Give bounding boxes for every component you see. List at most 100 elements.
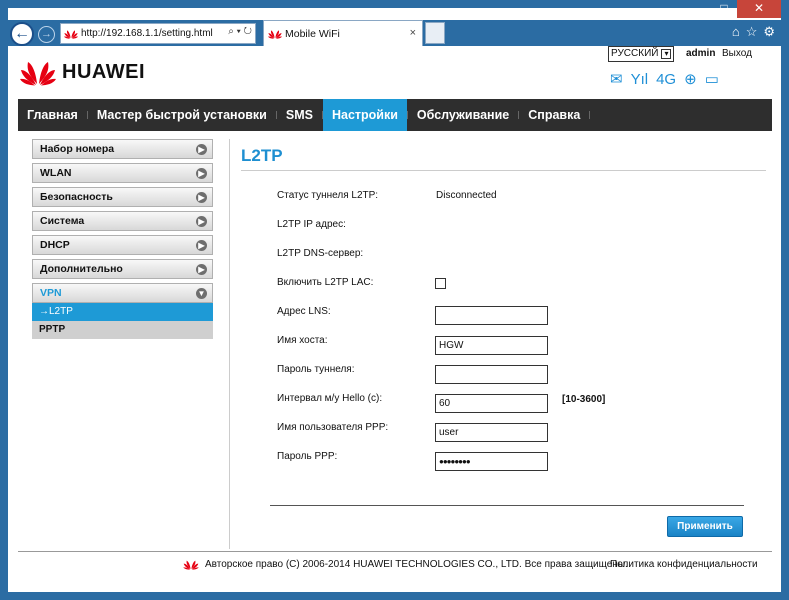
l2tp-dns-label: L2TP DNS-сервер: (277, 248, 364, 259)
sidebar-item-wlan[interactable]: WLAN ▶ (32, 163, 213, 183)
browser-toolbar: ← → http://192.168.1.1/setting.html ⌕ ▾ … (8, 20, 781, 46)
forward-button[interactable]: → (38, 26, 55, 43)
tab-close-icon[interactable]: × (410, 27, 416, 39)
copyright-text: Авторское право (C) 2006-2014 HUAWEI TEC… (205, 558, 628, 570)
window-frame-left (0, 0, 8, 600)
address-bar-icons[interactable]: ⌕ ▾ ↻ (228, 26, 252, 37)
computer-icon: ▭ (704, 71, 719, 88)
chevron-right-icon: ▶ (196, 216, 207, 227)
favorites-icon[interactable]: ☆ (746, 24, 758, 40)
nav-quick-setup[interactable]: Мастер быстрой установки (88, 99, 276, 131)
huawei-flower-icon (20, 62, 56, 86)
maximize-button[interactable]: □ (711, 0, 737, 18)
tunnel-status-label: Статус туннеля L2TP: (277, 190, 379, 201)
privacy-link[interactable]: Политика конфиденциальности (610, 559, 758, 570)
tunnel-password-label: Пароль туннеля: (277, 364, 355, 375)
nav-separator (589, 111, 591, 119)
logo-text: HUAWEI (62, 60, 145, 83)
hello-interval-label: Интервал м/у Hello (с): (277, 393, 383, 404)
sidebar-item-label: Система (40, 215, 85, 227)
user-name: admin (686, 48, 716, 59)
settings-sidebar: Набор номера ▶ WLAN ▶ Безопасность ▶ Сис… (32, 139, 213, 339)
sidebar-item-dhcp[interactable]: DHCP ▶ (32, 235, 213, 255)
sidebar-item-security[interactable]: Безопасность ▶ (32, 187, 213, 207)
close-window-button[interactable]: ✕ (737, 0, 781, 18)
lac-enable-checkbox[interactable] (435, 278, 446, 289)
mail-icon[interactable]: ✉ (610, 70, 623, 88)
back-button[interactable]: ← (10, 22, 34, 46)
chevron-right-icon: ▶ (196, 264, 207, 275)
sidebar-subitem-l2tp[interactable]: →L2TP (32, 303, 213, 321)
sidebar-item-label: Набор номера (40, 143, 115, 155)
sidebar-item-vpn[interactable]: VPN ▼ (32, 283, 213, 303)
nav-settings[interactable]: Настройки (322, 99, 407, 131)
new-tab-button[interactable] (425, 22, 445, 44)
huawei-footer-logo-icon (183, 560, 199, 570)
browser-right-icons: ⌂ ☆ ⚙ (732, 24, 775, 40)
nav-maintenance[interactable]: Обслуживание (408, 99, 518, 131)
huawei-favicon-icon (64, 30, 78, 39)
hello-interval-input[interactable]: 60 (435, 394, 548, 413)
ppp-username-input[interactable]: user (435, 423, 548, 442)
hello-range-hint: [10-3600] (562, 394, 606, 405)
network-type-label: 4G (656, 70, 677, 88)
chevron-right-icon: ▶ (196, 144, 207, 155)
huawei-logo: HUAWEI (20, 58, 145, 86)
sidebar-item-label: Безопасность (40, 191, 113, 203)
sidebar-item-dialup[interactable]: Набор номера ▶ (32, 139, 213, 159)
browser-tab[interactable]: Mobile WiFi × (263, 20, 423, 46)
ppp-password-label: Пароль PPP: (277, 451, 338, 462)
ppp-password-input[interactable]: ●●●●●●●● (435, 452, 548, 471)
nav-sms[interactable]: SMS (277, 99, 322, 131)
tunnel-password-input[interactable] (435, 365, 548, 384)
globe-icon: ⊕ (684, 71, 697, 88)
signal-icon: Yıl (630, 70, 649, 88)
sidebar-item-system[interactable]: Система ▶ (32, 211, 213, 231)
language-select[interactable]: РУССКИЙ ▾ (608, 46, 675, 62)
sidebar-item-label: DHCP (40, 239, 70, 251)
lns-address-input[interactable] (435, 306, 548, 325)
page-title: L2TP (241, 146, 283, 165)
home-icon[interactable]: ⌂ (732, 24, 740, 40)
chevron-right-icon: ▶ (196, 192, 207, 203)
sidebar-subitem-pptp[interactable]: PPTP (32, 321, 213, 339)
tab-title: Mobile WiFi (285, 27, 340, 40)
lac-enable-label: Включить L2TP LAC: (277, 277, 374, 288)
sidebar-item-label: Дополнительно (40, 263, 123, 275)
chevron-right-icon: ▶ (196, 240, 207, 251)
browser-titlebar (0, 0, 789, 8)
address-bar[interactable]: http://192.168.1.1/setting.html ⌕ ▾ ↻ (60, 23, 256, 44)
chevron-down-icon: ▼ (196, 288, 207, 299)
main-navigation: Главная Мастер быстрой установки SMS Нас… (18, 99, 772, 131)
url-text: http://192.168.1.1/setting.html (81, 28, 213, 39)
window-controls: – □ ✕ (685, 0, 781, 20)
form-separator (270, 505, 744, 506)
status-icons: ✉ Yıl 4G ⊕ ▭ (610, 70, 719, 89)
nav-help[interactable]: Справка (519, 99, 589, 131)
sidebar-item-label: WLAN (40, 167, 72, 179)
tunnel-status-value: Disconnected (436, 190, 497, 201)
sidebar-item-advanced[interactable]: Дополнительно ▶ (32, 259, 213, 279)
chevron-down-icon: ▾ (661, 49, 672, 59)
apply-button[interactable]: Применить (667, 516, 743, 537)
huawei-tab-favicon-icon (268, 30, 282, 39)
web-page: HUAWEI РУССКИЙ ▾ admin Выход ✉ Yıl 4G ⊕ … (8, 46, 781, 592)
window-frame-bottom (0, 592, 789, 600)
hostname-label: Имя хоста: (277, 335, 328, 346)
footer-copyright: Авторское право (C) 2006-2014 HUAWEI TEC… (183, 558, 628, 570)
sidebar-item-label: VPN (40, 287, 62, 299)
ppp-username-label: Имя пользователя PPP: (277, 422, 389, 433)
window-frame-right (781, 0, 789, 600)
logout-link[interactable]: Выход (722, 48, 752, 59)
content-divider (229, 139, 230, 549)
chevron-right-icon: ▶ (196, 168, 207, 179)
nav-home[interactable]: Главная (18, 99, 87, 131)
lns-address-label: Адрес LNS: (277, 306, 331, 317)
footer-divider (18, 551, 772, 552)
title-underline (241, 170, 766, 171)
l2tp-ip-label: L2TP IP адрес: (277, 219, 346, 230)
minimize-button[interactable]: – (685, 0, 711, 18)
language-value: РУССКИЙ (611, 48, 659, 59)
hostname-input[interactable]: HGW (435, 336, 548, 355)
settings-gear-icon[interactable]: ⚙ (763, 24, 775, 40)
